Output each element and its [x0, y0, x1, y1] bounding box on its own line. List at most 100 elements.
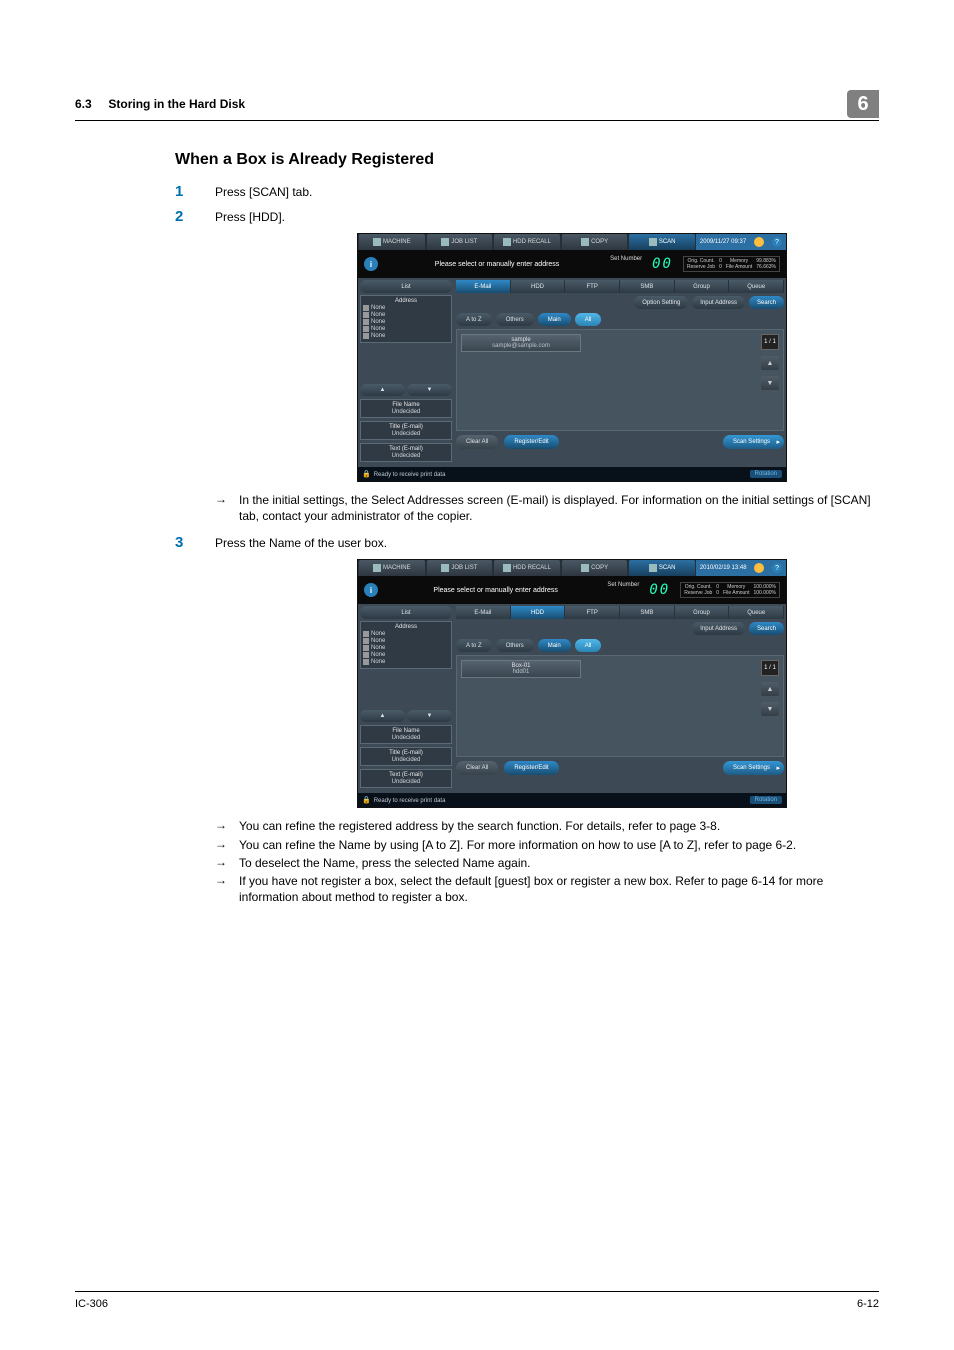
page-indicator: 1 / 1 [761, 334, 779, 350]
scan-settings-button[interactable]: Scan Settings [723, 761, 784, 775]
others-button[interactable]: Others [496, 639, 534, 652]
all-button[interactable]: All [575, 313, 602, 326]
input-address-button[interactable]: Input Address [692, 622, 745, 635]
subtab-ftp[interactable]: FTP [565, 606, 620, 619]
title-panel[interactable]: Title (E-mail)Undecided [360, 421, 452, 440]
step-1: 1 Press [SCAN] tab. [175, 183, 879, 200]
counters: Orig. Count.0Memory99.883% Reserve Job0F… [683, 256, 780, 272]
input-address-button[interactable]: Input Address [692, 296, 745, 309]
tab-machine[interactable]: MACHINE [359, 234, 425, 250]
address-grid: Box-01hdd01 1 / 1 ▲ ▼ [456, 655, 784, 757]
set-number-value: 00 [649, 582, 670, 598]
note-initial-settings: →In the initial settings, the Select Add… [215, 492, 879, 524]
help-icon[interactable]: ? [772, 237, 782, 247]
tab-scan[interactable]: SCAN [629, 234, 695, 250]
info-icon: i [364, 583, 378, 597]
tab-hddrecall[interactable]: HDD RECALL [494, 234, 560, 250]
subtab-email[interactable]: E-Mail [456, 280, 511, 293]
list-button[interactable]: List [360, 280, 452, 293]
addr-down[interactable]: ▼ [407, 384, 452, 396]
text-panel[interactable]: Text (E-mail)Undecided [360, 769, 452, 788]
warn-icon[interactable] [754, 237, 764, 247]
subtab-email[interactable]: E-Mail [456, 606, 511, 619]
search-button[interactable]: Search [749, 622, 784, 635]
clear-all-button[interactable]: Clear All [456, 435, 498, 449]
subtab-hdd[interactable]: HDD [511, 280, 566, 293]
title-panel[interactable]: Title (E-mail)Undecided [360, 747, 452, 766]
step-3: 3 Press the Name of the user box. [175, 534, 879, 551]
tab-copy[interactable]: COPY [562, 234, 628, 250]
subtab-group[interactable]: Group [675, 606, 730, 619]
set-number-value: 00 [652, 256, 673, 272]
atoz-button[interactable]: A to Z [456, 313, 492, 326]
section-title: When a Box is Already Registered [175, 151, 879, 169]
register-edit-button[interactable]: Register/Edit [504, 761, 558, 775]
main-button[interactable]: Main [538, 313, 571, 326]
lock-icon: 🔒 [362, 797, 371, 804]
chapter-badge: 6 [847, 90, 879, 118]
screenshot-scan-hdd: MACHINE JOB LIST HDD RECALL COPY SCAN 20… [357, 559, 787, 808]
all-button[interactable]: All [575, 639, 602, 652]
clear-all-button[interactable]: Clear All [456, 761, 498, 775]
page-down[interactable]: ▼ [761, 376, 779, 390]
page-up[interactable]: ▲ [761, 682, 779, 696]
counters: Orig. Count.0Memory100.000% Reserve Job0… [680, 582, 780, 598]
filename-panel[interactable]: File NameUndecided [360, 399, 452, 418]
address-panel: Address None None None None None [360, 295, 452, 343]
addr-up[interactable]: ▲ [360, 384, 405, 396]
address-panel: Address None None None None None [360, 621, 452, 669]
info-icon: i [364, 257, 378, 271]
header-section: 6.3 Storing in the Hard Disk [75, 97, 245, 111]
page-down[interactable]: ▼ [761, 702, 779, 716]
subtab-smb[interactable]: SMB [620, 606, 675, 619]
subtab-queue[interactable]: Queue [729, 280, 784, 293]
tab-copy[interactable]: COPY [562, 560, 628, 576]
subtab-group[interactable]: Group [675, 280, 730, 293]
note-deselect: →To deselect the Name, press the selecte… [215, 855, 879, 871]
subtab-ftp[interactable]: FTP [565, 280, 620, 293]
lock-icon: 🔒 [362, 471, 371, 478]
info-text: Please select or manually enter address [384, 261, 610, 268]
info-text: Please select or manually enter address [384, 587, 607, 594]
scan-settings-button[interactable]: Scan Settings [723, 435, 784, 449]
addr-up[interactable]: ▲ [360, 710, 405, 722]
option-setting-button[interactable]: Option Setting [634, 296, 688, 309]
set-number-label: Set Number [607, 582, 639, 588]
page-indicator: 1 / 1 [761, 660, 779, 676]
status-bar: 🔒Ready to receive print dataRotation [358, 467, 786, 481]
footer-left: IC-306 [75, 1298, 108, 1310]
subtab-smb[interactable]: SMB [620, 280, 675, 293]
tab-hddrecall[interactable]: HDD RECALL [494, 560, 560, 576]
set-number-label: Set Number [610, 256, 642, 262]
warn-icon[interactable] [754, 563, 764, 573]
help-icon[interactable]: ? [772, 563, 782, 573]
datetime: 2010/02/19 13:48? [696, 560, 786, 576]
search-button[interactable]: Search [749, 296, 784, 309]
rotation-indicator: Rotation [750, 796, 782, 804]
filename-panel[interactable]: File NameUndecided [360, 725, 452, 744]
rotation-indicator: Rotation [750, 470, 782, 478]
tab-joblist[interactable]: JOB LIST [427, 234, 493, 250]
others-button[interactable]: Others [496, 313, 534, 326]
tab-scan[interactable]: SCAN [629, 560, 695, 576]
note-search: →You can refine the registered address b… [215, 818, 879, 834]
screenshot-scan-email: MACHINE JOB LIST HDD RECALL COPY SCAN 20… [357, 233, 787, 482]
address-cell[interactable]: samplesample@sample.com [461, 334, 581, 352]
footer-page: 6-12 [857, 1298, 879, 1310]
datetime: 2009/11/27 09:37? [696, 234, 786, 250]
page-up[interactable]: ▲ [761, 356, 779, 370]
box-cell[interactable]: Box-01hdd01 [461, 660, 581, 678]
main-button[interactable]: Main [538, 639, 571, 652]
tab-machine[interactable]: MACHINE [359, 560, 425, 576]
list-button[interactable]: List [360, 606, 452, 619]
register-edit-button[interactable]: Register/Edit [504, 435, 558, 449]
address-grid: samplesample@sample.com 1 / 1 ▲ ▼ [456, 329, 784, 431]
text-panel[interactable]: Text (E-mail)Undecided [360, 443, 452, 462]
addr-down[interactable]: ▼ [407, 710, 452, 722]
step-2: 2 Press [HDD]. [175, 208, 879, 225]
subtab-hdd[interactable]: HDD [511, 606, 566, 619]
subtab-queue[interactable]: Queue [729, 606, 784, 619]
tab-joblist[interactable]: JOB LIST [427, 560, 493, 576]
atoz-button[interactable]: A to Z [456, 639, 492, 652]
note-atoz: →You can refine the Name by using [A to … [215, 837, 879, 853]
